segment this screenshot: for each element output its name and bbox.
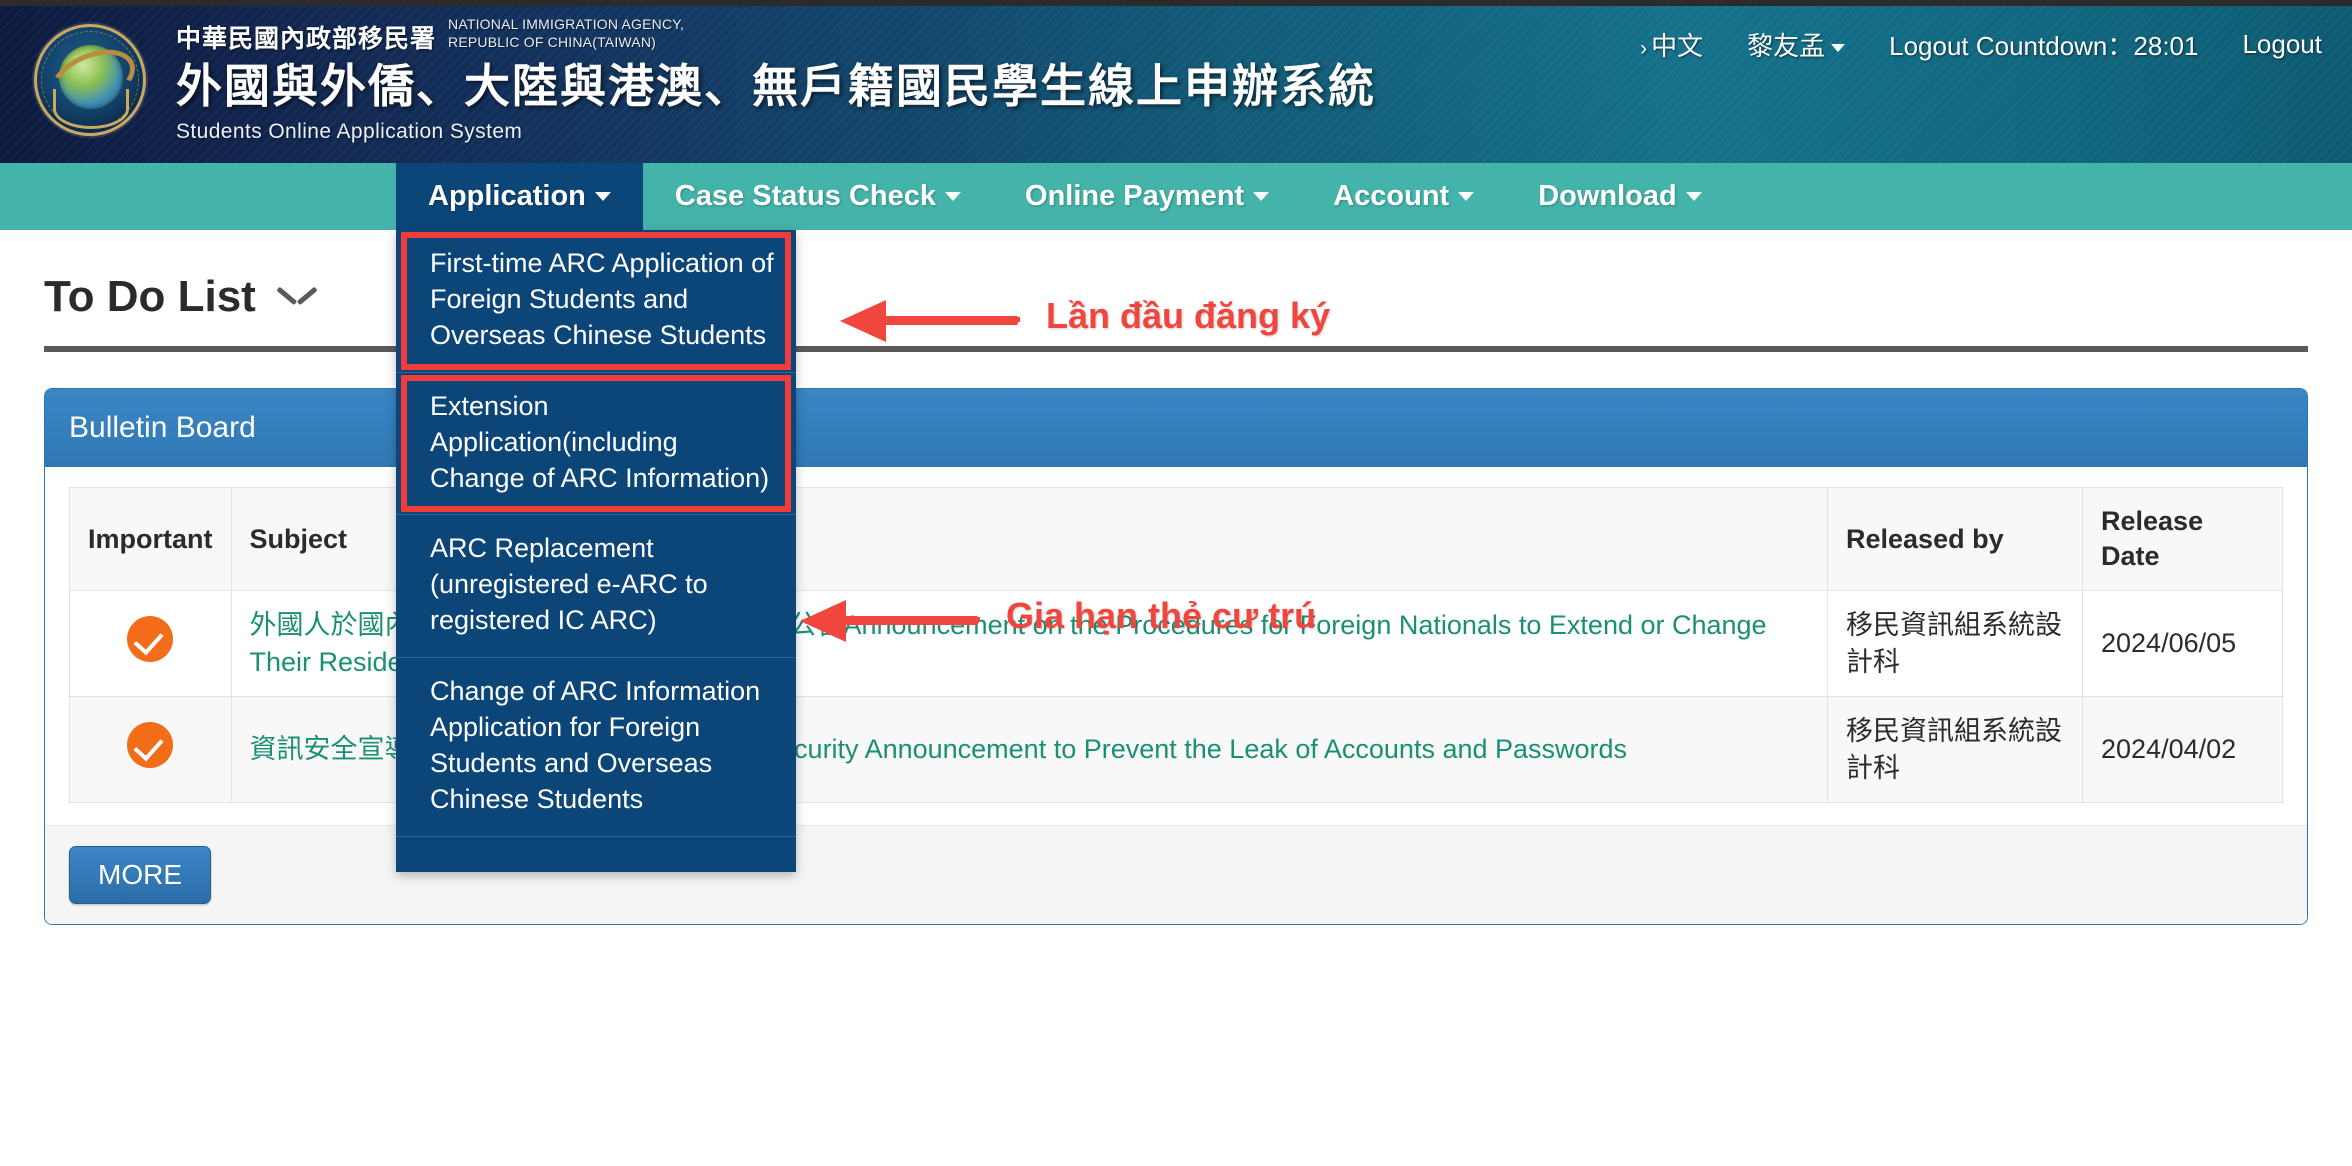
org-name-en: NATIONAL IMMIGRATION AGENCY, REPUBLIC OF… bbox=[448, 16, 684, 53]
site-header: 中華民國內政部移民署 NATIONAL IMMIGRATION AGENCY, … bbox=[0, 0, 2352, 163]
menu-item-label: Change of ARC Information Application fo… bbox=[430, 676, 761, 814]
language-switch[interactable]: › 中文 bbox=[1640, 26, 1703, 63]
chevron-down-icon bbox=[594, 192, 611, 201]
org-line: 中華民國內政部移民署 NATIONAL IMMIGRATION AGENCY, … bbox=[176, 16, 1376, 53]
nav-item-account[interactable]: Account bbox=[1301, 163, 1506, 230]
nav-item-download[interactable]: Download bbox=[1506, 163, 1734, 230]
nav-item-application[interactable]: Application bbox=[396, 163, 643, 230]
chevron-right-icon: › bbox=[1640, 37, 1648, 60]
logout-countdown: Logout Countdown：28:01 bbox=[1889, 31, 2199, 61]
nav-item-online-payment[interactable]: Online Payment bbox=[993, 163, 1301, 230]
bulletin-board-footer: MORE bbox=[45, 824, 2307, 924]
chevron-down-icon bbox=[1253, 192, 1270, 201]
org-name-zh: 中華民國內政部移民署 bbox=[176, 24, 437, 53]
bulletin-board-body: Important Subject Released by Release Da… bbox=[45, 467, 2307, 825]
important-cell bbox=[69, 590, 232, 698]
important-check-icon bbox=[127, 615, 174, 662]
page-title: To Do List bbox=[44, 272, 256, 321]
bulletin-board-panel: Bulletin Board Important Subject Release… bbox=[44, 388, 2308, 925]
bulletin-board-title: Bulletin Board bbox=[45, 389, 2307, 467]
application-dropdown-menu: First-time ARC Application of Foreign St… bbox=[396, 230, 796, 872]
header-titles: 中華民國內政部移民署 NATIONAL IMMIGRATION AGENCY, … bbox=[176, 16, 1376, 144]
header-tools: › 中文 黎友孟 Logout Countdown：28:01 Logout bbox=[1640, 26, 2322, 63]
chevron-down-icon bbox=[945, 192, 962, 201]
menu-item-label: ARC Replacement (unregistered e-ARC to r… bbox=[430, 533, 708, 636]
nav-item-case-status-check[interactable]: Case Status Check bbox=[643, 163, 993, 230]
todo-list-header[interactable]: To Do List bbox=[30, 230, 2322, 330]
logout-button[interactable]: Logout bbox=[2242, 29, 2322, 60]
agency-logo bbox=[34, 24, 146, 136]
user-menu[interactable]: 黎友孟 bbox=[1747, 26, 1846, 63]
important-cell bbox=[69, 696, 232, 803]
menu-item-extension-application[interactable]: Extension Application(including Change o… bbox=[396, 371, 796, 515]
menu-overflow-tail bbox=[396, 835, 796, 872]
menu-item-label: First-time ARC Application of Foreign St… bbox=[430, 248, 774, 350]
released-by-cell: 移民資訊組系統設計科 bbox=[1827, 696, 2083, 803]
chevron-down-icon bbox=[1685, 192, 1702, 201]
nav-label-online-payment: Online Payment bbox=[1025, 180, 1245, 212]
menu-item-first-time-arc[interactable]: First-time ARC Application of Foreign St… bbox=[396, 230, 796, 372]
chevron-down-icon bbox=[1831, 44, 1846, 53]
column-header-released-by: Released by bbox=[1827, 486, 2083, 592]
todo-divider bbox=[44, 346, 2308, 352]
nav-label-download: Download bbox=[1538, 180, 1677, 212]
important-check-icon bbox=[127, 721, 174, 768]
column-header-important: Important bbox=[69, 486, 232, 592]
nav-label-case-status-check: Case Status Check bbox=[674, 180, 937, 212]
org-name-en-line2: REPUBLIC OF CHINA(TAIWAN) bbox=[448, 33, 657, 50]
chevron-down-icon bbox=[1458, 192, 1475, 201]
release-date-cell: 2024/06/05 bbox=[2082, 590, 2283, 698]
main-content: To Do List Bulletin Board Important Subj… bbox=[0, 230, 2352, 925]
chevron-down-icon[interactable] bbox=[278, 286, 316, 308]
menu-item-label: Extension Application(including Change o… bbox=[430, 390, 770, 493]
system-title-zh: 外國與外僑、大陸與港澳、無戶籍國民學生線上申辦系統 bbox=[176, 60, 1376, 112]
more-button[interactable]: MORE bbox=[69, 845, 211, 904]
nav-label-application: Application bbox=[428, 180, 586, 212]
release-date-cell: 2024/04/02 bbox=[2082, 696, 2283, 803]
org-name-en-line1: NATIONAL IMMIGRATION AGENCY, bbox=[448, 16, 685, 32]
released-by-cell: 移民資訊組系統設計科 bbox=[1827, 590, 2083, 698]
menu-item-change-of-arc-information[interactable]: Change of ARC Information Application fo… bbox=[396, 657, 796, 836]
nav-label-account: Account bbox=[1333, 180, 1450, 212]
menu-item-arc-replacement[interactable]: ARC Replacement (unregistered e-ARC to r… bbox=[396, 514, 796, 657]
language-label: 中文 bbox=[1651, 31, 1704, 61]
user-name: 黎友孟 bbox=[1747, 31, 1826, 61]
header-top-rule bbox=[0, 0, 2352, 6]
wreath-icon bbox=[53, 89, 129, 129]
main-navigation: Application Case Status Check Online Pay… bbox=[0, 163, 2352, 230]
column-header-release-date: Release Date bbox=[2082, 486, 2283, 592]
system-title-en: Students Online Application System bbox=[176, 119, 523, 143]
